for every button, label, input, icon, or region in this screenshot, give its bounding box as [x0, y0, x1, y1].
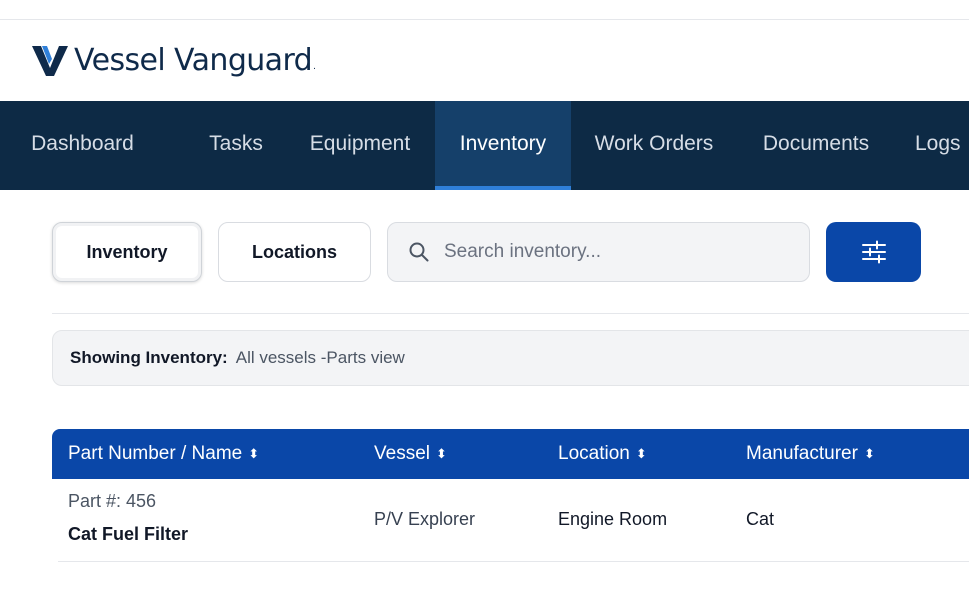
table-row[interactable]: Part #: 456 Cat Fuel Filter P/V Explorer…: [58, 479, 969, 562]
nav-tab-equipment[interactable]: Equipment: [295, 101, 425, 190]
locations-view-button[interactable]: Locations: [218, 222, 371, 282]
inventory-view-button[interactable]: Inventory: [52, 222, 202, 282]
column-header-vessel[interactable]: Vessel ⬍: [374, 429, 447, 479]
banner-value: All vessels -Parts view: [235, 348, 405, 367]
filter-button[interactable]: [826, 222, 921, 282]
search-icon: [409, 242, 429, 262]
nav-tab-label: Work Orders: [594, 132, 714, 155]
sort-icon: ⬍: [435, 446, 447, 461]
search-input[interactable]: [442, 240, 809, 264]
nav-tab-work-orders[interactable]: Work Orders: [580, 101, 728, 190]
inventory-view-label: Inventory: [86, 241, 168, 262]
column-header-label: Part Number / Name: [68, 443, 243, 464]
app-header: Vessel Vanguard .: [0, 20, 969, 101]
nav-tab-documents[interactable]: Documents: [747, 101, 885, 190]
search-box[interactable]: [387, 222, 810, 282]
nav-tab-label: Documents: [762, 132, 870, 155]
vessel-cell: P/V Explorer: [374, 509, 476, 529]
banner-label: Showing Inventory:: [70, 348, 228, 367]
manufacturer-cell: Cat: [746, 509, 775, 529]
column-header-label: Vessel: [374, 443, 430, 464]
column-header-location[interactable]: Location ⬍: [558, 429, 647, 479]
sort-icon: ⬍: [248, 446, 260, 461]
nav-tab-label: Tasks: [209, 132, 263, 155]
brand-trademark: .: [313, 61, 316, 72]
nav-tab-label: Logs: [915, 132, 961, 155]
showing-inventory-banner: Showing Inventory: All vessels -Parts vi…: [52, 330, 969, 386]
nav-tab-label: Dashboard: [31, 132, 134, 155]
sort-icon: ⬍: [635, 446, 647, 461]
nav-tab-logs[interactable]: Logs: [905, 101, 969, 190]
part-number: Part #: 456: [68, 491, 157, 511]
column-header-label: Location: [558, 443, 630, 464]
sort-icon: ⬍: [863, 446, 875, 461]
sliders-icon: [861, 240, 886, 264]
section-divider: [52, 313, 969, 314]
main-nav: Dashboard Tasks Equipment Inventory Work…: [0, 101, 969, 190]
column-header-part-number-name[interactable]: Part Number / Name ⬍: [68, 429, 259, 479]
location-cell: Engine Room: [558, 509, 668, 529]
column-header-label: Manufacturer: [746, 443, 858, 464]
table-header: Part Number / Name ⬍ Vessel ⬍ Location ⬍ Ma…: [52, 429, 969, 479]
vessel-vanguard-logo-icon: [32, 46, 68, 76]
nav-tab-label: Equipment: [309, 132, 411, 155]
brand-logo[interactable]: Vessel Vanguard .: [32, 44, 316, 78]
nav-tab-tasks[interactable]: Tasks: [186, 101, 286, 190]
part-name: Cat Fuel Filter: [68, 524, 189, 544]
nav-tab-inventory[interactable]: Inventory: [435, 101, 571, 190]
brand-name: Vessel Vanguard: [74, 43, 313, 78]
column-header-manufacturer[interactable]: Manufacturer ⬍: [746, 429, 875, 479]
locations-view-label: Locations: [251, 241, 337, 262]
nav-tab-label: Inventory: [459, 132, 547, 155]
nav-tab-dashboard[interactable]: Dashboard: [0, 101, 165, 190]
